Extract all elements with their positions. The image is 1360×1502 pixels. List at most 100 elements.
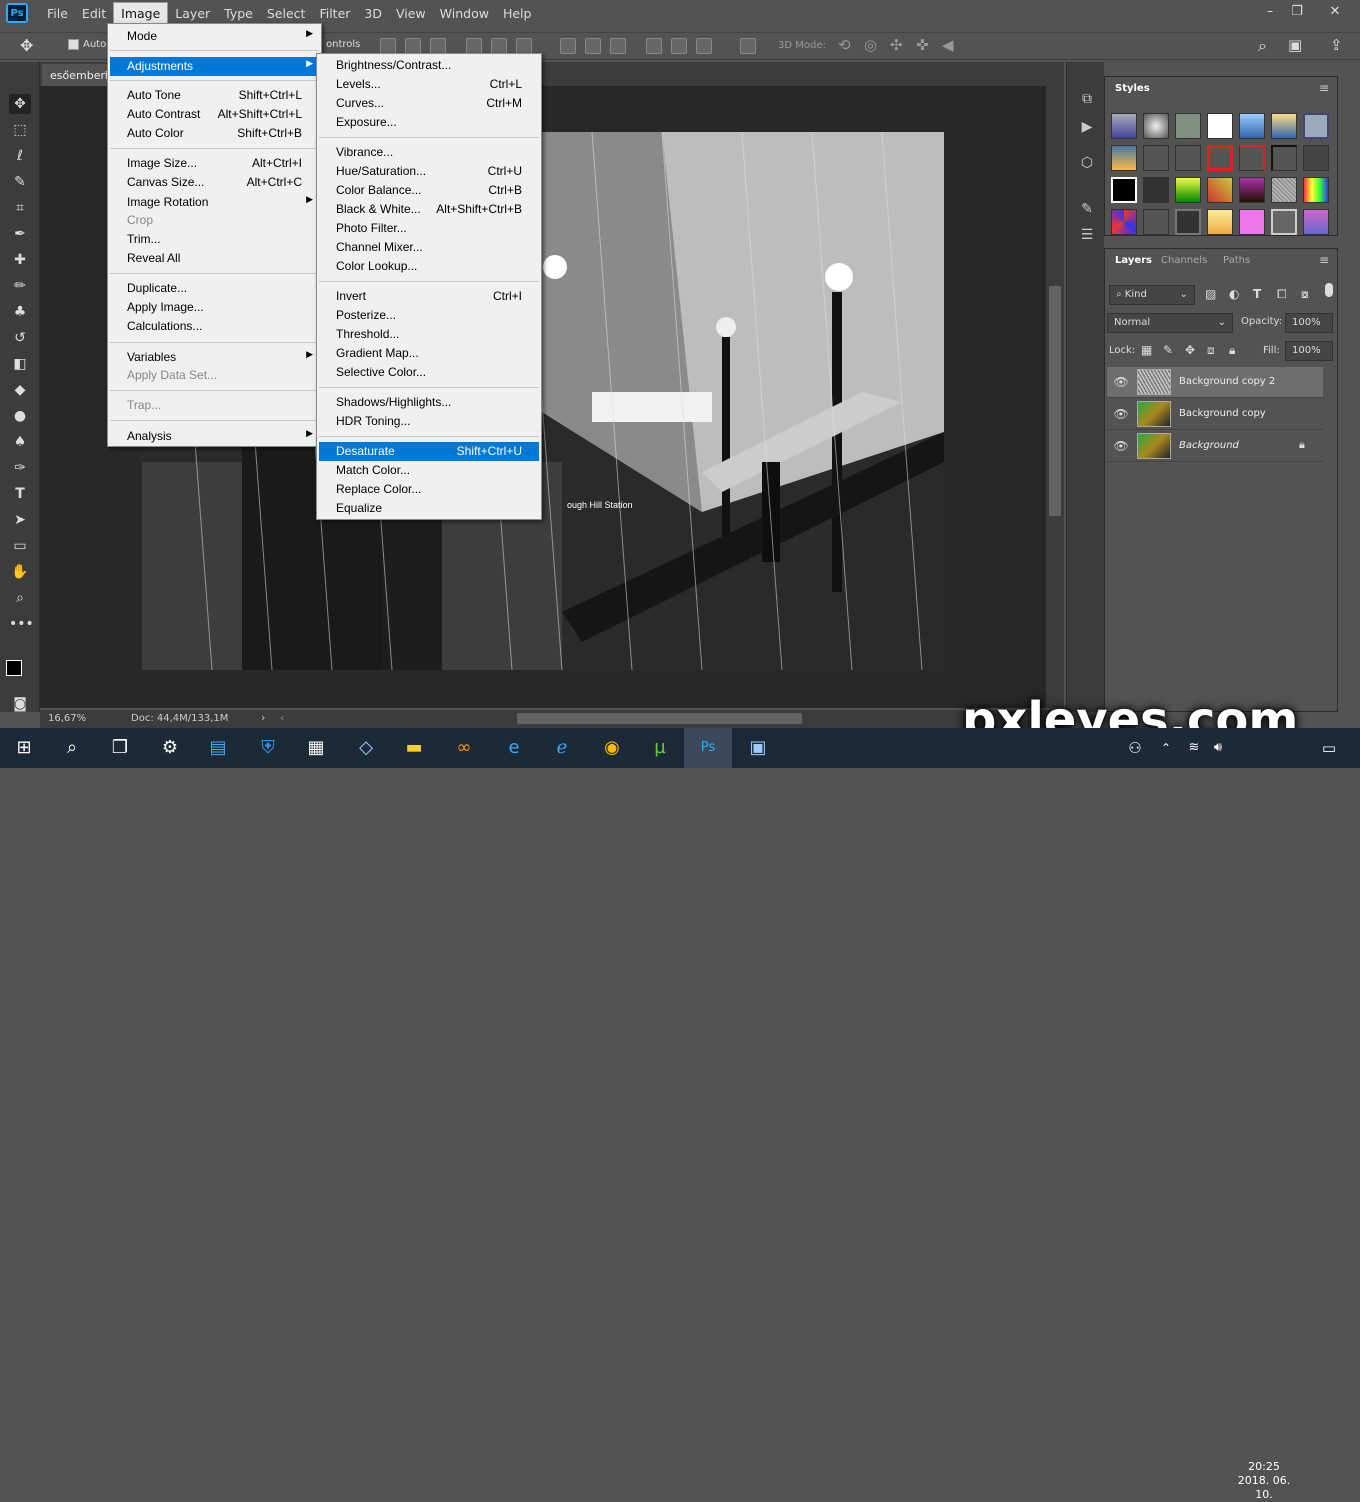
- opacity-input[interactable]: 100%: [1285, 313, 1333, 333]
- menu-item-analysis[interactable]: Analysis ▶: [110, 427, 319, 446]
- workspace-icon[interactable]: ▣: [1288, 36, 1302, 54]
- photoshop-taskbar-icon[interactable]: Ps: [684, 728, 732, 768]
- menu-item-invert[interactable]: Invert Ctrl+I: [319, 287, 539, 306]
- actions-play-icon[interactable]: ▶: [1078, 118, 1096, 136]
- menu-layer[interactable]: Layer: [168, 3, 217, 24]
- minimize-icon[interactable]: –: [1257, 2, 1283, 22]
- eye-icon[interactable]: 👁︎: [1113, 439, 1129, 453]
- menu-item-equalize[interactable]: Equalize: [319, 499, 539, 518]
- people-icon[interactable]: ⚇: [1120, 728, 1150, 768]
- distribute-bottom-icon[interactable]: [610, 38, 626, 54]
- menu-item-black-white[interactable]: Black & White... Alt+Shift+Ctrl+B: [319, 200, 539, 219]
- menu-3d[interactable]: 3D: [357, 3, 389, 24]
- history-panel-icon[interactable]: ⧉: [1078, 90, 1096, 108]
- style-swatch[interactable]: [1239, 145, 1265, 171]
- lock-all-icon[interactable]: 🔒︎: [1229, 343, 1235, 358]
- style-swatch[interactable]: [1207, 145, 1233, 171]
- download-app-icon[interactable]: ∞: [440, 728, 488, 768]
- wifi-icon[interactable]: ≋: [1184, 728, 1204, 768]
- history-brush-tool-icon[interactable]: ↺: [9, 328, 31, 348]
- distribute-hcenter-icon[interactable]: [671, 38, 687, 54]
- lock-position-icon[interactable]: ✥: [1185, 343, 1195, 357]
- distribute-vcenter-icon[interactable]: [585, 38, 601, 54]
- defender-shield-icon[interactable]: ⛨: [244, 728, 292, 768]
- menu-item-mode[interactable]: Mode ▶: [110, 27, 319, 46]
- tab-styles[interactable]: Styles: [1105, 77, 1160, 101]
- style-swatch[interactable]: [1111, 145, 1137, 171]
- volume-icon[interactable]: 🔊︎: [1208, 728, 1228, 768]
- distribute-right-icon[interactable]: [696, 38, 712, 54]
- eyedropper-tool-icon[interactable]: ✒: [9, 224, 31, 244]
- style-swatch[interactable]: [1111, 177, 1137, 203]
- menu-item-auto-contrast[interactable]: Auto Contrast Alt+Shift+Ctrl+L: [110, 105, 319, 124]
- style-swatch[interactable]: [1271, 177, 1297, 203]
- menu-item-curves[interactable]: Curves... Ctrl+M: [319, 94, 539, 113]
- notification-center-icon[interactable]: ▭: [1314, 728, 1344, 768]
- dodge-tool-icon[interactable]: ♠: [9, 432, 31, 452]
- layer-row[interactable]: 👁︎ Background copy 2: [1107, 367, 1323, 398]
- panel-menu-icon[interactable]: ≡: [1319, 81, 1329, 95]
- 3d-scale-icon[interactable]: ◀: [942, 36, 954, 54]
- fill-input[interactable]: 100%: [1285, 341, 1333, 361]
- tab-paths[interactable]: Paths: [1213, 249, 1260, 273]
- style-swatch[interactable]: [1271, 145, 1297, 171]
- menu-edit[interactable]: Edit: [75, 3, 113, 24]
- menu-item-canvas-size[interactable]: Canvas Size... Alt+Ctrl+C: [110, 173, 319, 192]
- menu-type[interactable]: Type: [217, 3, 260, 24]
- style-swatch[interactable]: [1175, 209, 1201, 235]
- style-swatch[interactable]: [1239, 177, 1265, 203]
- menu-item-photo-filter[interactable]: Photo Filter...: [319, 219, 539, 238]
- lock-transparent-icon[interactable]: ▦: [1141, 343, 1152, 357]
- 3d-slide-icon[interactable]: ✜: [916, 36, 929, 54]
- clone-stamp-tool-icon[interactable]: ♣: [9, 302, 31, 322]
- file-explorer-icon[interactable]: ▬: [390, 728, 438, 768]
- layer-filter-kind[interactable]: ⌕ Kind ⌄: [1109, 285, 1195, 305]
- menu-item-vibrance[interactable]: Vibrance...: [319, 143, 539, 162]
- horizontal-scroll-thumb[interactable]: [517, 713, 802, 724]
- 3d-roll-icon[interactable]: ◎: [864, 36, 877, 54]
- menu-item-color-lookup[interactable]: Color Lookup...: [319, 257, 539, 276]
- menu-view[interactable]: View: [389, 3, 433, 24]
- style-swatch[interactable]: [1207, 113, 1233, 139]
- distribute-top-icon[interactable]: [560, 38, 576, 54]
- task-view-icon[interactable]: ❐: [96, 728, 144, 768]
- panel-menu-icon[interactable]: ≡: [1319, 253, 1329, 267]
- menu-item-duplicate[interactable]: Duplicate...: [110, 279, 319, 298]
- style-swatch[interactable]: [1271, 209, 1297, 235]
- menu-file[interactable]: File: [40, 3, 75, 24]
- menu-item-exposure[interactable]: Exposure...: [319, 113, 539, 132]
- filter-smart-object-icon[interactable]: ⧇: [1301, 287, 1309, 302]
- menu-help[interactable]: Help: [496, 3, 539, 24]
- share-icon[interactable]: ⇪: [1330, 36, 1343, 54]
- taskbar-clock[interactable]: 20:25 2018. 06. 10.: [1232, 1460, 1296, 1502]
- blur-tool-icon[interactable]: ●: [9, 406, 31, 426]
- style-swatch[interactable]: [1175, 145, 1201, 171]
- style-swatch[interactable]: [1207, 209, 1233, 235]
- style-swatch[interactable]: [1303, 145, 1329, 171]
- style-swatch[interactable]: [1207, 177, 1233, 203]
- rectangle-tool-icon[interactable]: ▭: [9, 536, 31, 556]
- menu-item-shadows-highlights[interactable]: Shadows/Highlights...: [319, 393, 539, 412]
- style-swatch[interactable]: [1111, 209, 1137, 235]
- style-swatch[interactable]: [1303, 209, 1329, 235]
- layer-row[interactable]: 👁︎ Background 🔒︎: [1107, 431, 1323, 462]
- zoom-level[interactable]: 16,67%: [48, 713, 86, 724]
- utorrent-icon[interactable]: µ: [636, 728, 684, 768]
- style-swatch[interactable]: [1303, 177, 1329, 203]
- control-panel-icon[interactable]: ▤: [194, 728, 242, 768]
- align-top-icon[interactable]: [380, 38, 396, 54]
- layer-row[interactable]: 👁︎ Background copy: [1107, 399, 1323, 430]
- style-swatch[interactable]: [1175, 177, 1201, 203]
- vertical-scroll-thumb[interactable]: [1049, 286, 1061, 516]
- menu-item-brightness-contrast[interactable]: Brightness/Contrast...: [319, 56, 539, 75]
- style-swatch[interactable]: [1175, 113, 1201, 139]
- eraser-tool-icon[interactable]: ◧: [9, 354, 31, 374]
- more-tools-icon[interactable]: •••: [9, 614, 34, 634]
- move-tool-icon[interactable]: ✥: [20, 36, 33, 55]
- pen-tool-icon[interactable]: ✑: [9, 458, 31, 478]
- filter-toggle-icon[interactable]: [1325, 283, 1333, 297]
- blend-mode-select[interactable]: Normal ⌄: [1107, 313, 1233, 333]
- tab-channels[interactable]: Channels: [1151, 249, 1217, 273]
- menu-item-image-size[interactable]: Image Size... Alt+Ctrl+I: [110, 154, 319, 173]
- lock-image-icon[interactable]: ✎: [1163, 343, 1173, 357]
